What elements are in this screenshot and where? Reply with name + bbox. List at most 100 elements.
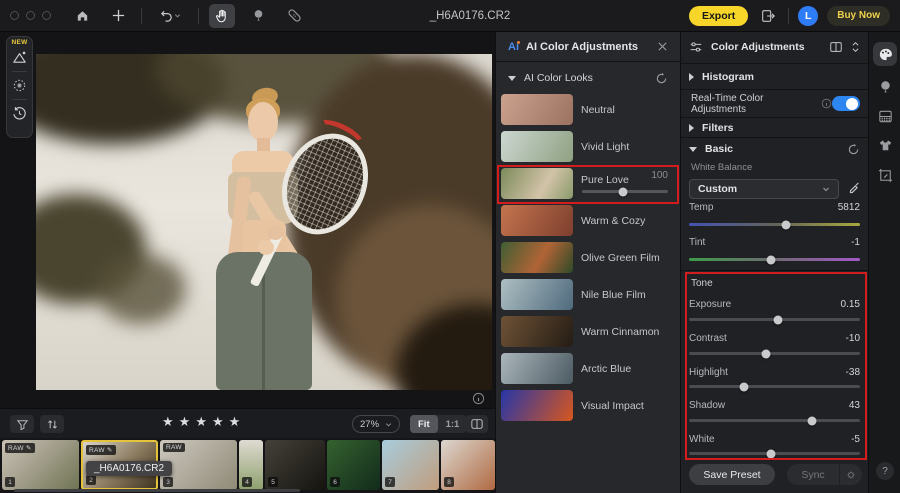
eraser-tool-button[interactable] bbox=[245, 4, 271, 28]
brush-tool-button[interactable] bbox=[8, 74, 31, 97]
window-zoom-button[interactable] bbox=[42, 11, 51, 20]
look-thumbnail[interactable] bbox=[501, 390, 573, 421]
slider-handle[interactable] bbox=[773, 315, 782, 324]
look-item-visual-impact[interactable]: Visual Impact bbox=[496, 390, 680, 421]
retouch-tools-button[interactable] bbox=[873, 74, 897, 98]
exposure-slider[interactable] bbox=[689, 318, 860, 321]
add-photos-button[interactable] bbox=[105, 4, 131, 28]
look-thumbnail[interactable] bbox=[501, 205, 573, 236]
sort-button[interactable] bbox=[40, 415, 64, 433]
filmstrip-thumbnail[interactable]: 7 bbox=[382, 440, 439, 490]
filmstrip-thumbnail[interactable]: 5 bbox=[265, 440, 325, 490]
tint-slider[interactable] bbox=[689, 258, 860, 261]
sync-button[interactable]: Sync bbox=[787, 464, 839, 485]
look-item-nile-blue-film[interactable]: Nile Blue Film bbox=[496, 279, 680, 310]
wardrobe-tools-button[interactable] bbox=[873, 133, 897, 157]
slider-handle[interactable] bbox=[767, 255, 776, 264]
slider-handle[interactable] bbox=[782, 220, 791, 229]
star-icon[interactable]: ★ bbox=[229, 414, 246, 429]
white-slider[interactable] bbox=[689, 452, 860, 455]
contrast-slider[interactable] bbox=[689, 352, 860, 355]
ai-color-looks-section[interactable]: AI Color Looks bbox=[496, 66, 680, 90]
star-rating[interactable]: ★★★★★ bbox=[162, 414, 245, 430]
photo-canvas[interactable] bbox=[36, 54, 492, 390]
filters-section[interactable]: Filters bbox=[689, 118, 860, 137]
highlight-slider-row: Highlight -38 bbox=[689, 367, 860, 378]
window-close-button[interactable] bbox=[10, 11, 19, 20]
eyedropper-button[interactable] bbox=[847, 182, 861, 196]
slider-handle[interactable] bbox=[767, 449, 776, 458]
filmstrip-scrollbar[interactable] bbox=[14, 489, 300, 492]
image-info-button[interactable] bbox=[472, 392, 485, 405]
collapse-triangle-icon bbox=[689, 147, 697, 152]
export-panel-button[interactable] bbox=[757, 4, 779, 28]
look-thumbnail[interactable] bbox=[501, 242, 573, 273]
slider-handle[interactable] bbox=[761, 349, 770, 358]
look-thumbnail[interactable] bbox=[501, 279, 573, 310]
look-item-arctic-blue[interactable]: Arctic Blue bbox=[496, 353, 680, 384]
slider-handle[interactable] bbox=[619, 187, 628, 196]
save-preset-button[interactable]: Save Preset bbox=[689, 464, 775, 485]
filmstrip-thumbnail[interactable]: RAW ✎ 1 bbox=[2, 440, 79, 490]
reset-basic-button[interactable] bbox=[847, 143, 860, 156]
highlight-slider[interactable] bbox=[689, 385, 860, 388]
filter-button[interactable] bbox=[10, 415, 34, 433]
export-button[interactable]: Export bbox=[689, 6, 748, 26]
compare-view-button[interactable] bbox=[466, 415, 488, 433]
funnel-icon bbox=[16, 418, 29, 431]
user-avatar[interactable]: L bbox=[798, 6, 818, 26]
shadow-slider[interactable] bbox=[689, 419, 860, 422]
healing-tool-button[interactable] bbox=[281, 4, 307, 28]
look-thumbnail[interactable] bbox=[501, 353, 573, 384]
look-thumbnail[interactable] bbox=[501, 94, 573, 125]
look-item-olive-green-film[interactable]: Olive Green Film bbox=[496, 242, 680, 273]
help-button[interactable]: ? bbox=[876, 462, 894, 480]
look-thumbnail[interactable] bbox=[501, 131, 573, 162]
star-icon[interactable]: ★ bbox=[195, 414, 212, 429]
reset-looks-button[interactable] bbox=[655, 72, 668, 85]
home-button[interactable] bbox=[69, 4, 95, 28]
ai-tool-button[interactable] bbox=[8, 46, 31, 69]
filmstrip-thumbnail[interactable]: 6 bbox=[327, 440, 380, 490]
eyedropper-icon bbox=[847, 182, 861, 196]
buy-now-button[interactable]: Buy Now bbox=[827, 6, 890, 26]
fit-button[interactable]: Fit bbox=[410, 415, 438, 433]
white-balance-dropdown[interactable]: Custom bbox=[689, 179, 839, 199]
star-icon[interactable]: ★ bbox=[162, 414, 179, 429]
window-minimize-button[interactable] bbox=[26, 11, 35, 20]
look-thumbnail[interactable] bbox=[501, 316, 573, 347]
collapse-all-button[interactable] bbox=[851, 40, 860, 54]
look-item-pure-love[interactable]: Pure Love 100 bbox=[496, 168, 680, 199]
filmstrip-thumbnail[interactable]: 4 bbox=[239, 440, 263, 490]
undo-button[interactable] bbox=[152, 4, 188, 28]
lut-mapping-button[interactable] bbox=[873, 104, 897, 128]
temp-slider[interactable] bbox=[689, 223, 860, 226]
hand-tool-button[interactable] bbox=[209, 4, 235, 28]
look-item-warm-cozy[interactable]: Warm & Cozy bbox=[496, 205, 680, 236]
basic-section[interactable]: Basic bbox=[689, 138, 860, 160]
filmstrip-thumbnail[interactable]: 8 bbox=[441, 440, 495, 490]
star-icon[interactable]: ★ bbox=[212, 414, 229, 429]
history-button[interactable] bbox=[8, 102, 31, 125]
color-tools-button[interactable] bbox=[873, 42, 897, 66]
dotted-sphere-icon bbox=[11, 77, 28, 94]
close-panel-button[interactable] bbox=[657, 41, 668, 52]
slider-handle[interactable] bbox=[808, 416, 817, 425]
look-item-neutral[interactable]: Neutral bbox=[496, 94, 680, 125]
look-thumbnail[interactable] bbox=[501, 168, 573, 199]
look-amount-slider[interactable] bbox=[582, 190, 668, 193]
composition-tools-button[interactable] bbox=[873, 163, 897, 187]
slider-handle[interactable] bbox=[739, 382, 748, 391]
balloon-icon bbox=[877, 78, 894, 95]
sync-settings-button[interactable] bbox=[840, 464, 862, 485]
look-item-vivid-light[interactable]: Vivid Light bbox=[496, 131, 680, 162]
look-item-warm-cinnamon[interactable]: Warm Cinnamon bbox=[496, 316, 680, 347]
star-icon[interactable]: ★ bbox=[179, 414, 196, 429]
expand-triangle-icon bbox=[689, 124, 694, 132]
panel-layout-button[interactable] bbox=[829, 40, 843, 54]
actual-size-button[interactable]: 1:1 bbox=[438, 415, 468, 433]
realtime-toggle[interactable] bbox=[832, 96, 860, 111]
zoom-level-dropdown[interactable]: 27% bbox=[352, 415, 400, 433]
histogram-section[interactable]: Histogram bbox=[689, 64, 860, 89]
thumbnail-index: 8 bbox=[444, 477, 454, 487]
